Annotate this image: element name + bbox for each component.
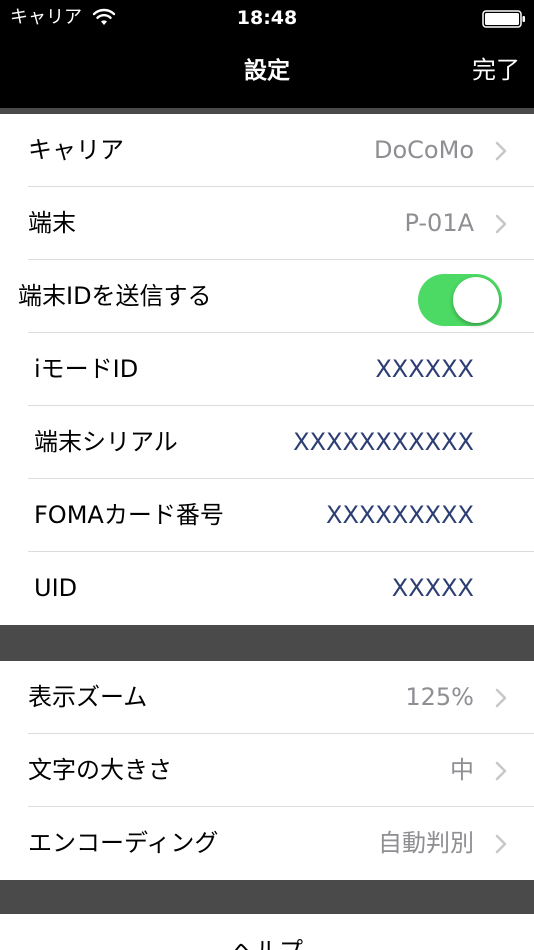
uid-value: XXXXX <box>391 574 474 602</box>
device-value: P-01A <box>404 209 474 237</box>
encoding-label: エンコーディング <box>28 829 219 857</box>
send-id-row: 端末IDを送信する <box>0 260 534 333</box>
imode-id-row: iモードID XXXXXX <box>0 333 534 406</box>
send-id-label: 端末IDを送信する <box>18 282 212 310</box>
uid-row: UID XXXXX <box>0 552 534 625</box>
device-row[interactable]: 端末 P-01A <box>0 187 534 260</box>
display-settings-group: 表示ズーム 125% 文字の大きさ 中 エンコーディング 自動判別 <box>0 661 534 880</box>
status-time: 18:48 <box>236 7 298 29</box>
battery-icon <box>482 10 525 28</box>
font-size-label: 文字の大きさ <box>28 756 172 784</box>
chevron-right-icon <box>495 141 507 161</box>
foma-card-row: FOMAカード番号 XXXXXXXXX <box>0 479 534 552</box>
font-size-row[interactable]: 文字の大きさ 中 <box>0 734 534 807</box>
serial-value: XXXXXXXXXXX <box>293 428 474 456</box>
serial-row: 端末シリアル XXXXXXXXXXX <box>0 406 534 479</box>
help-row[interactable]: ヘルプ <box>0 914 534 950</box>
chevron-right-icon <box>495 834 507 854</box>
encoding-value: 自動判別 <box>378 829 474 857</box>
foma-card-value: XXXXXXXXX <box>326 501 474 529</box>
carrier-value: DoCoMo <box>374 136 474 164</box>
carrier-label: キャリア <box>28 136 124 164</box>
help-label: ヘルプ <box>0 936 534 950</box>
uid-label: UID <box>34 574 78 602</box>
send-id-toggle[interactable] <box>418 274 502 326</box>
serial-label: 端末シリアル <box>34 428 178 456</box>
carrier-row[interactable]: キャリア DoCoMo <box>0 114 534 187</box>
device-settings-group: キャリア DoCoMo 端末 P-01A 端末IDを送信する iモードID XX… <box>0 114 534 625</box>
imode-id-label: iモードID <box>34 355 139 383</box>
page-title: 設定 <box>244 58 290 84</box>
chevron-right-icon <box>495 214 507 234</box>
zoom-label: 表示ズーム <box>28 683 148 711</box>
done-button[interactable]: 完了 <box>472 55 520 85</box>
settings-screen: キャリア 18:48 設定 完了 キャリア DoCoMo 端末 P-01A 端末… <box>0 0 534 950</box>
chevron-right-icon <box>495 688 507 708</box>
device-label: 端末 <box>28 209 76 237</box>
navigation-bar: 設定 完了 <box>0 38 534 108</box>
foma-card-label: FOMAカード番号 <box>34 501 224 529</box>
encoding-row[interactable]: エンコーディング 自動判別 <box>0 807 534 880</box>
status-bar: キャリア 18:48 <box>0 0 534 38</box>
chevron-right-icon <box>495 761 507 781</box>
toggle-knob <box>453 277 499 323</box>
zoom-value: 125% <box>405 683 474 711</box>
imode-id-value: XXXXXX <box>375 355 474 383</box>
font-size-value: 中 <box>450 756 474 784</box>
zoom-row[interactable]: 表示ズーム 125% <box>0 661 534 734</box>
